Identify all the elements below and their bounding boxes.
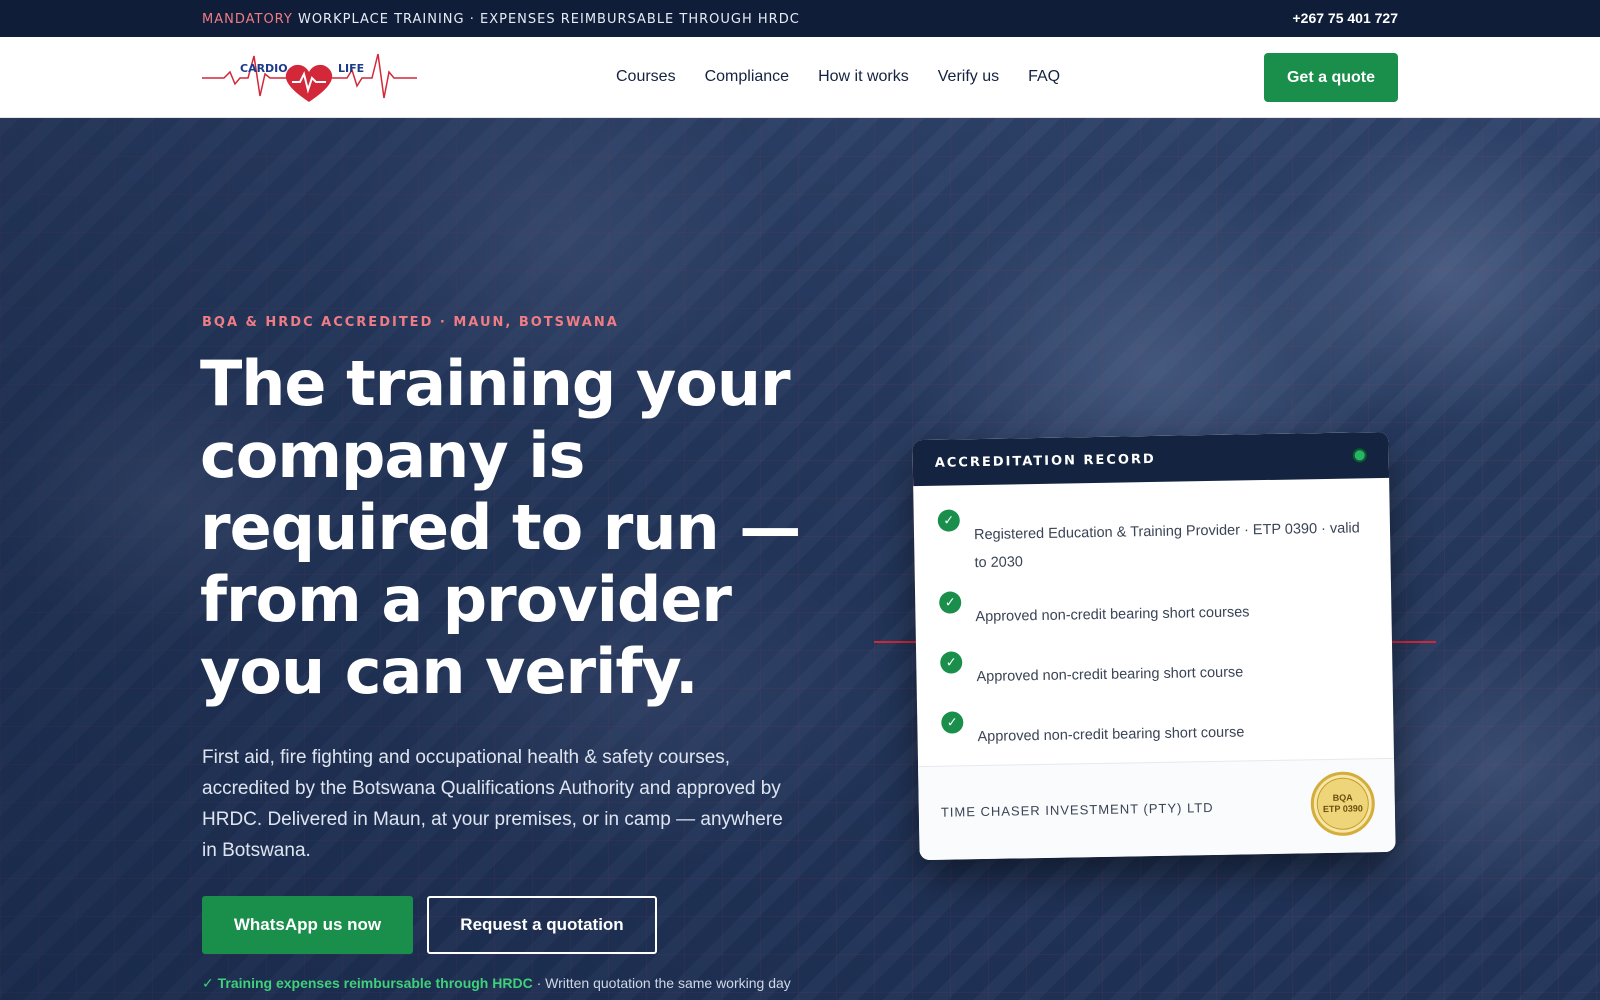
nav-verify-us[interactable]: Verify us bbox=[938, 68, 999, 86]
announcement-text: MANDATORY WORKPLACE TRAINING · EXPENSES … bbox=[202, 12, 800, 27]
cardio-life-logo[interactable]: CARDIO LIFE bbox=[202, 50, 417, 105]
company-name: TIME CHASER INVESTMENT (PTY) LTD bbox=[940, 799, 1214, 820]
accent-line-right bbox=[1390, 641, 1436, 643]
check-circle-icon: ✓ bbox=[941, 711, 964, 734]
accreditation-item: ✓ Approved non-credit bearing short cour… bbox=[940, 644, 1369, 711]
footnote-highlight: ✓ Training expenses reimbursable through… bbox=[202, 975, 533, 991]
logo-text-left: CARDIO bbox=[240, 62, 288, 75]
request-quotation-button[interactable]: Request a quotation bbox=[427, 896, 657, 954]
check-circle-icon: ✓ bbox=[940, 651, 963, 674]
announcement-message: WORKPLACE TRAINING · EXPENSES REIMBURSAB… bbox=[292, 12, 800, 27]
site-header: CARDIO LIFE Courses Compliance How it wo… bbox=[0, 37, 1600, 118]
get-a-quote-button[interactable]: Get a quote bbox=[1264, 53, 1398, 102]
accreditation-item-text: Registered Education & Training Provider… bbox=[973, 520, 1360, 572]
heartbeat-logo-icon: CARDIO LIFE bbox=[202, 53, 417, 102]
nav-courses[interactable]: Courses bbox=[616, 68, 676, 86]
hero-eyebrow: BQA & HRDC ACCREDITED · MAUN, BOTSWANA bbox=[202, 315, 619, 330]
card-footer: TIME CHASER INVESTMENT (PTY) LTD BQA ETP… bbox=[918, 757, 1396, 861]
main-nav: Courses Compliance How it works Verify u… bbox=[616, 68, 1060, 86]
seal-line-1: BQA bbox=[1332, 792, 1353, 803]
hero-headline: The training your company is required to… bbox=[200, 347, 801, 708]
accreditation-item-text: Approved non-credit bearing short course… bbox=[975, 604, 1250, 626]
phone-link[interactable]: +267 75 401 727 bbox=[1293, 10, 1399, 26]
accreditation-item: ✓ Registered Education & Training Provid… bbox=[937, 502, 1367, 591]
nav-faq[interactable]: FAQ bbox=[1028, 68, 1060, 86]
accreditation-list: ✓ Registered Education & Training Provid… bbox=[913, 478, 1394, 772]
whatsapp-button[interactable]: WhatsApp us now bbox=[202, 896, 413, 954]
card-title: ACCREDITATION RECORD bbox=[934, 451, 1156, 471]
nav-how-it-works[interactable]: How it works bbox=[818, 68, 909, 86]
announcement-highlight: MANDATORY bbox=[202, 12, 293, 27]
accreditation-item-text: Approved non-credit bearing short course bbox=[976, 664, 1244, 686]
accreditation-item-text: Approved non-credit bearing short course bbox=[977, 724, 1245, 746]
bqa-seal-icon: BQA ETP 0390 bbox=[1310, 771, 1376, 837]
hero-section: BQA & HRDC ACCREDITED · MAUN, BOTSWANA T… bbox=[0, 118, 1600, 1000]
hero-lede: First aid, fire fighting and occupationa… bbox=[202, 747, 783, 861]
check-circle-icon: ✓ bbox=[937, 509, 960, 532]
accreditation-card: ACCREDITATION RECORD ✓ Registered Educat… bbox=[912, 431, 1396, 861]
seal-line-2: ETP 0390 bbox=[1322, 803, 1363, 815]
nav-compliance[interactable]: Compliance bbox=[705, 68, 789, 86]
announcement-bar: MANDATORY WORKPLACE TRAINING · EXPENSES … bbox=[0, 0, 1600, 37]
check-circle-icon: ✓ bbox=[939, 591, 962, 614]
hero-footnote: ✓ Training expenses reimbursable through… bbox=[202, 975, 791, 992]
footnote-rest: · Written quotation the same working day bbox=[532, 975, 791, 991]
accreditation-item: ✓ Approved non-credit bearing short cour… bbox=[939, 584, 1368, 651]
logo-text-right: LIFE bbox=[338, 62, 364, 75]
status-dot-icon bbox=[1352, 448, 1367, 463]
card-header: ACCREDITATION RECORD bbox=[912, 431, 1390, 487]
